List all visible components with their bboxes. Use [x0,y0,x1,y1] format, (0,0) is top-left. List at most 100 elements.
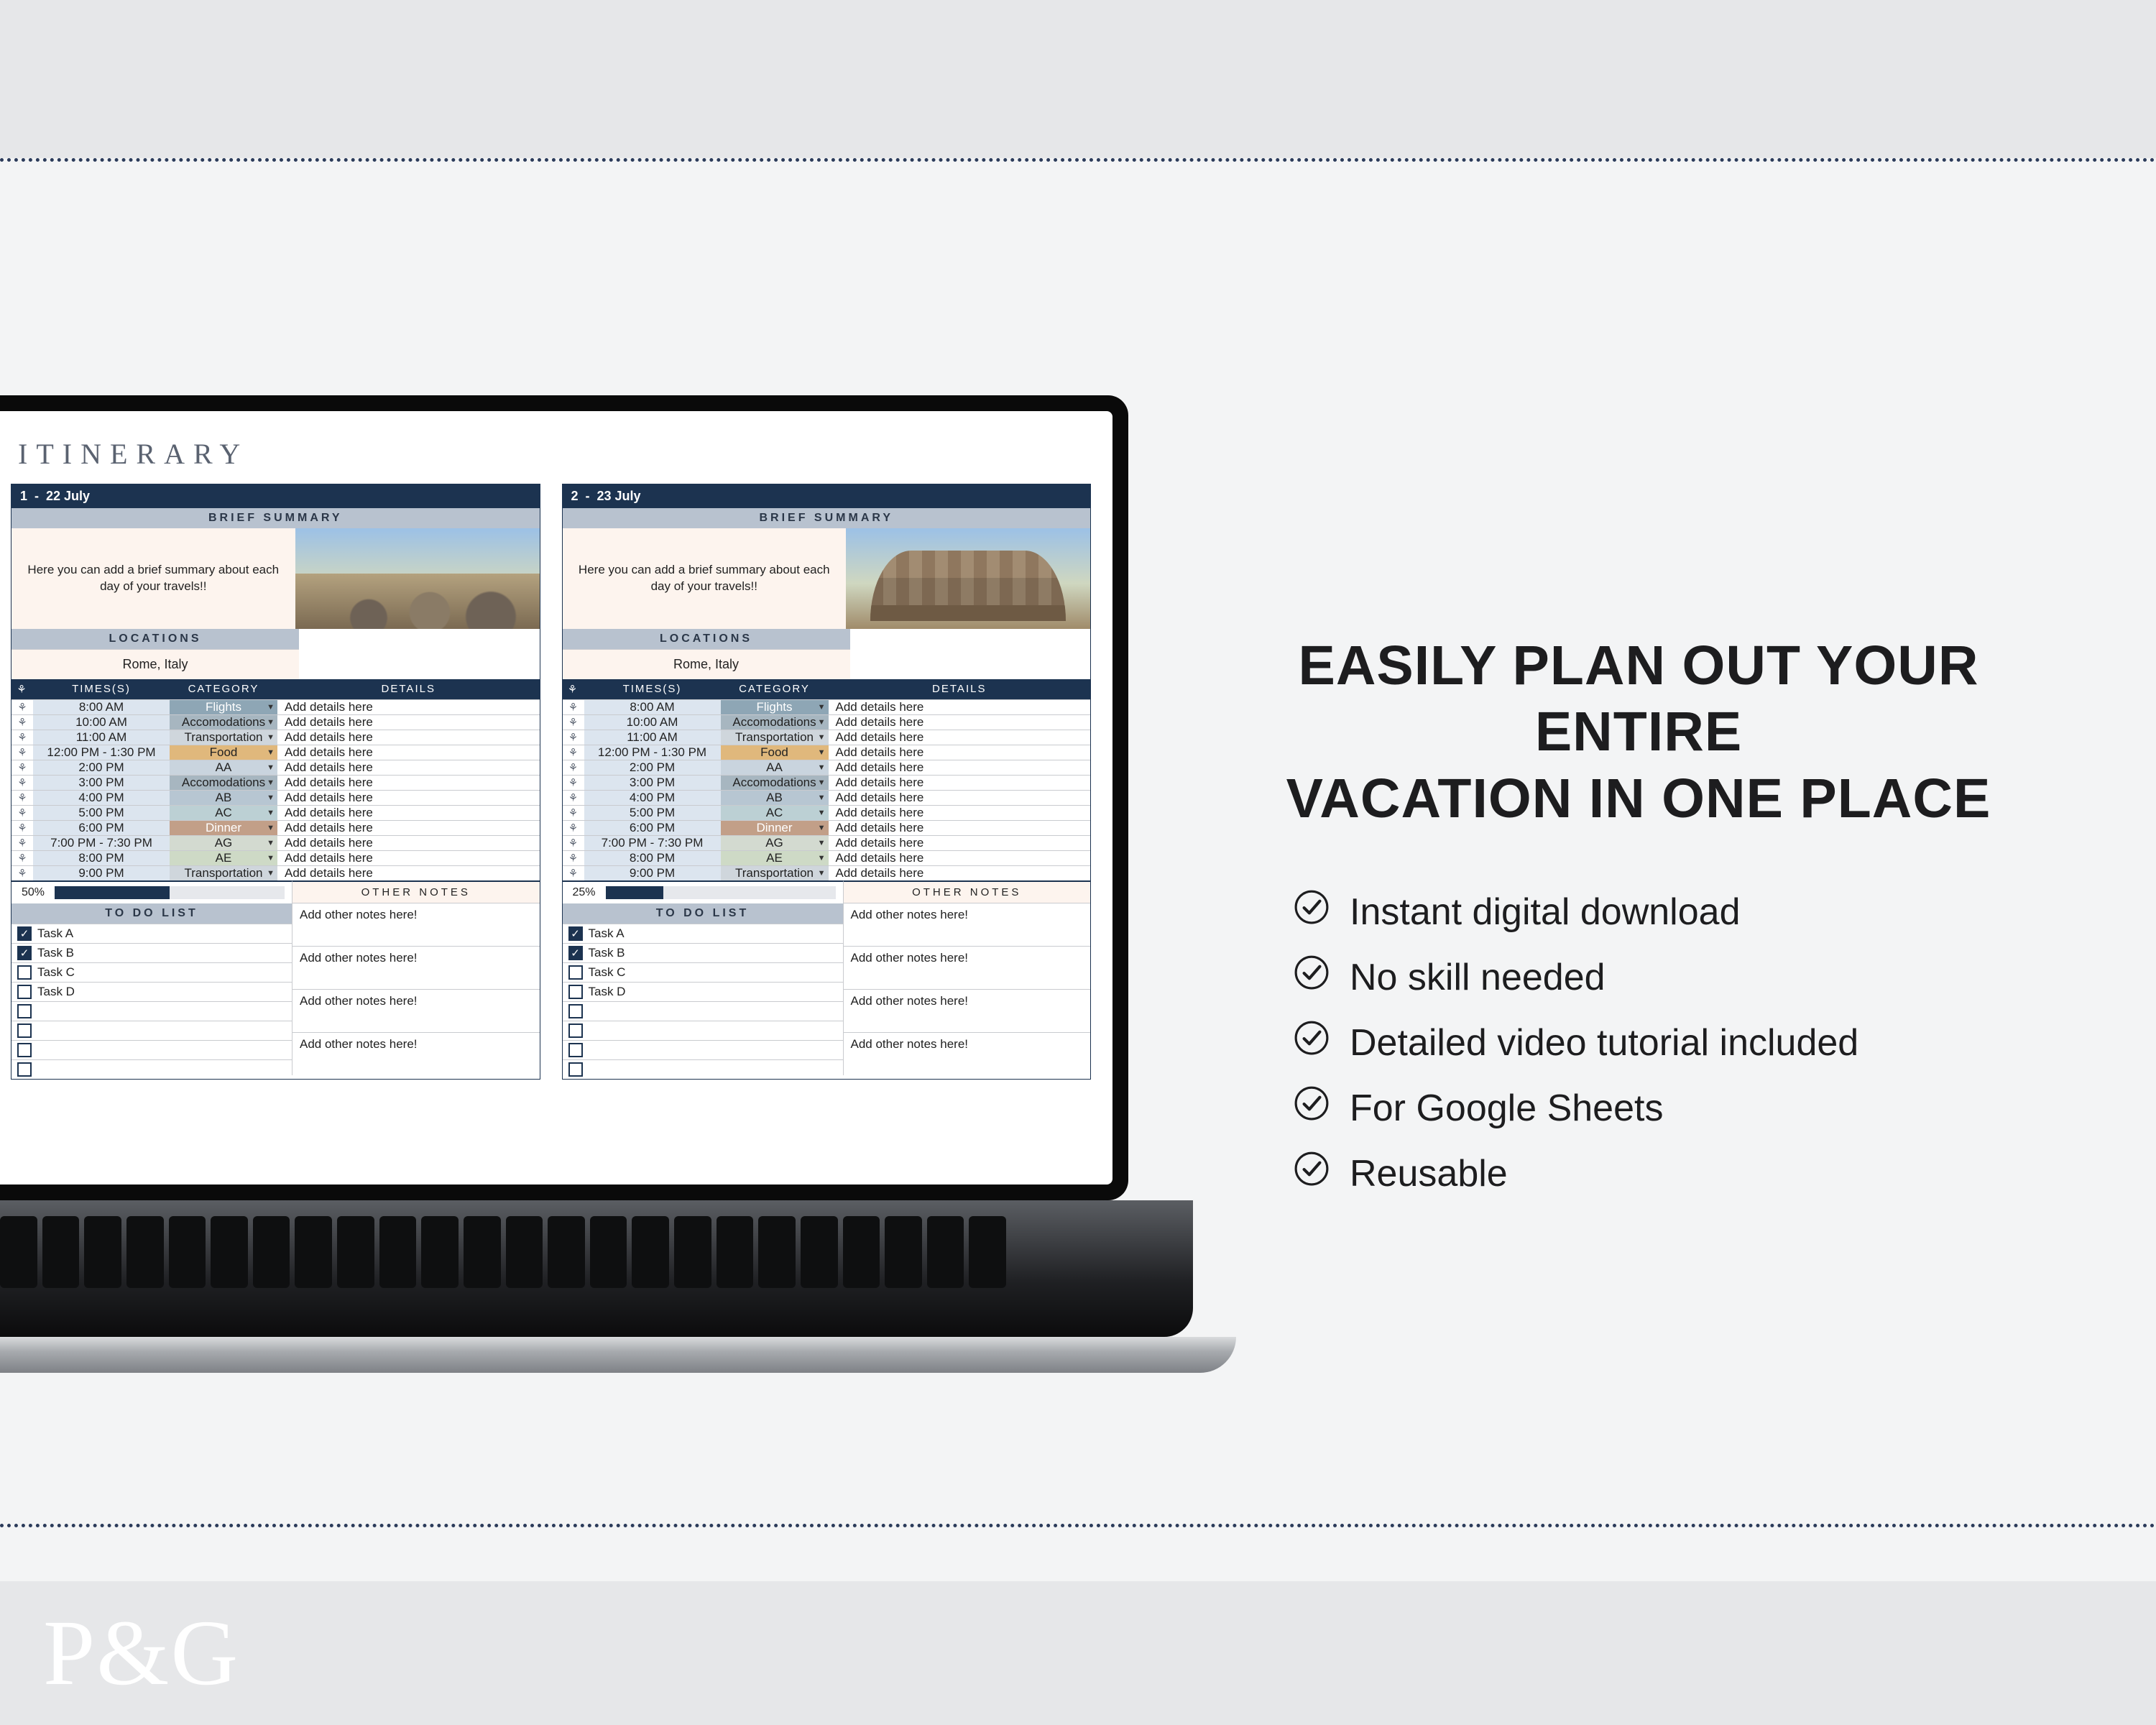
task-row[interactable]: ✓Task A [11,924,292,943]
checkbox[interactable] [17,1043,32,1057]
category-dropdown[interactable]: Accomodations▼ [721,715,829,730]
details-cell[interactable]: Add details here [829,851,1091,865]
row-link-icon[interactable]: ⚘ [563,806,584,820]
time-cell[interactable]: 4:00 PM [584,791,721,805]
row-link-icon[interactable]: ⚘ [563,866,584,880]
time-cell[interactable]: 8:00 PM [33,851,170,865]
time-cell[interactable]: 9:00 PM [33,866,170,880]
category-dropdown[interactable]: Transportation▼ [721,730,829,745]
category-dropdown[interactable]: AE▼ [170,851,277,865]
task-row[interactable] [563,1001,843,1021]
details-cell[interactable]: Add details here [829,760,1091,775]
row-link-icon[interactable]: ⚘ [563,791,584,805]
category-dropdown[interactable]: Accomodations▼ [170,715,277,730]
details-cell[interactable]: Add details here [829,730,1091,745]
note-cell[interactable]: Add other notes here! [843,946,1091,989]
checkbox[interactable] [17,1004,32,1018]
details-cell[interactable]: Add details here [829,745,1091,760]
details-cell[interactable]: Add details here [277,836,540,850]
details-cell[interactable]: Add details here [829,836,1091,850]
task-row[interactable]: Task C [11,962,292,982]
details-cell[interactable]: Add details here [277,715,540,730]
time-cell[interactable]: 5:00 PM [584,806,721,820]
details-cell[interactable]: Add details here [829,821,1091,835]
row-link-icon[interactable]: ⚘ [563,836,584,850]
row-link-icon[interactable]: ⚘ [563,821,584,835]
category-dropdown[interactable]: Food▼ [721,745,829,760]
row-link-icon[interactable]: ⚘ [11,791,33,805]
row-link-icon[interactable]: ⚘ [563,730,584,745]
category-dropdown[interactable]: AC▼ [721,806,829,820]
checkbox[interactable] [568,985,583,999]
task-row[interactable] [563,1040,843,1059]
category-dropdown[interactable]: Transportation▼ [170,866,277,880]
row-link-icon[interactable]: ⚘ [563,745,584,760]
category-dropdown[interactable]: Dinner▼ [721,821,829,835]
note-cell[interactable]: Add other notes here! [843,1032,1091,1075]
task-row[interactable] [11,1001,292,1021]
row-link-icon[interactable]: ⚘ [11,821,33,835]
time-cell[interactable]: 10:00 AM [33,715,170,730]
details-cell[interactable]: Add details here [277,730,540,745]
details-cell[interactable]: Add details here [277,866,540,880]
details-cell[interactable]: Add details here [277,806,540,820]
time-cell[interactable]: 8:00 PM [584,851,721,865]
category-dropdown[interactable]: Food▼ [170,745,277,760]
checkbox[interactable] [17,965,32,980]
summary-text[interactable]: Here you can add a brief summary about e… [563,528,847,629]
category-dropdown[interactable]: AB▼ [721,791,829,805]
time-cell[interactable]: 7:00 PM - 7:30 PM [33,836,170,850]
time-cell[interactable]: 8:00 AM [33,700,170,714]
details-cell[interactable]: Add details here [277,821,540,835]
category-dropdown[interactable]: AC▼ [170,806,277,820]
details-cell[interactable]: Add details here [277,760,540,775]
task-row[interactable] [563,1021,843,1040]
checkbox[interactable] [568,965,583,980]
task-row[interactable]: Task D [11,982,292,1001]
category-dropdown[interactable]: Transportation▼ [721,866,829,880]
row-link-icon[interactable]: ⚘ [11,745,33,760]
time-cell[interactable]: 11:00 AM [33,730,170,745]
location-cell[interactable]: Rome, Italy [563,649,850,679]
details-cell[interactable]: Add details here [829,791,1091,805]
time-cell[interactable]: 9:00 PM [584,866,721,880]
task-row[interactable] [563,1059,843,1079]
time-cell[interactable]: 2:00 PM [33,760,170,775]
note-cell[interactable]: Add other notes here! [292,1032,540,1075]
details-cell[interactable]: Add details here [277,851,540,865]
category-dropdown[interactable]: AB▼ [170,791,277,805]
time-cell[interactable]: 7:00 PM - 7:30 PM [584,836,721,850]
details-cell[interactable]: Add details here [829,715,1091,730]
row-link-icon[interactable]: ⚘ [563,760,584,775]
time-cell[interactable]: 3:00 PM [584,776,721,790]
checkbox[interactable] [17,985,32,999]
time-cell[interactable]: 12:00 PM - 1:30 PM [584,745,721,760]
category-dropdown[interactable]: AG▼ [170,836,277,850]
time-cell[interactable]: 4:00 PM [33,791,170,805]
task-row[interactable]: ✓Task B [11,943,292,962]
row-link-icon[interactable]: ⚘ [11,836,33,850]
location-cell[interactable]: Rome, Italy [11,649,299,679]
category-dropdown[interactable]: Flights▼ [721,700,829,714]
checkbox[interactable] [568,1024,583,1038]
row-link-icon[interactable]: ⚘ [11,806,33,820]
category-dropdown[interactable]: AE▼ [721,851,829,865]
category-dropdown[interactable]: AA▼ [721,760,829,775]
details-cell[interactable]: Add details here [277,776,540,790]
category-dropdown[interactable]: Accomodations▼ [721,776,829,790]
details-cell[interactable]: Add details here [829,806,1091,820]
checkbox[interactable] [17,1024,32,1038]
category-dropdown[interactable]: Flights▼ [170,700,277,714]
row-link-icon[interactable]: ⚘ [11,730,33,745]
row-link-icon[interactable]: ⚘ [563,700,584,714]
task-row[interactable]: Task D [563,982,843,1001]
note-cell[interactable]: Add other notes here! [843,903,1091,946]
row-link-icon[interactable]: ⚘ [11,715,33,730]
category-dropdown[interactable]: AG▼ [721,836,829,850]
checkbox[interactable]: ✓ [568,946,583,960]
note-cell[interactable]: Add other notes here! [292,989,540,1032]
time-cell[interactable]: 6:00 PM [33,821,170,835]
note-cell[interactable]: Add other notes here! [292,946,540,989]
category-dropdown[interactable]: AA▼ [170,760,277,775]
task-row[interactable] [11,1040,292,1059]
